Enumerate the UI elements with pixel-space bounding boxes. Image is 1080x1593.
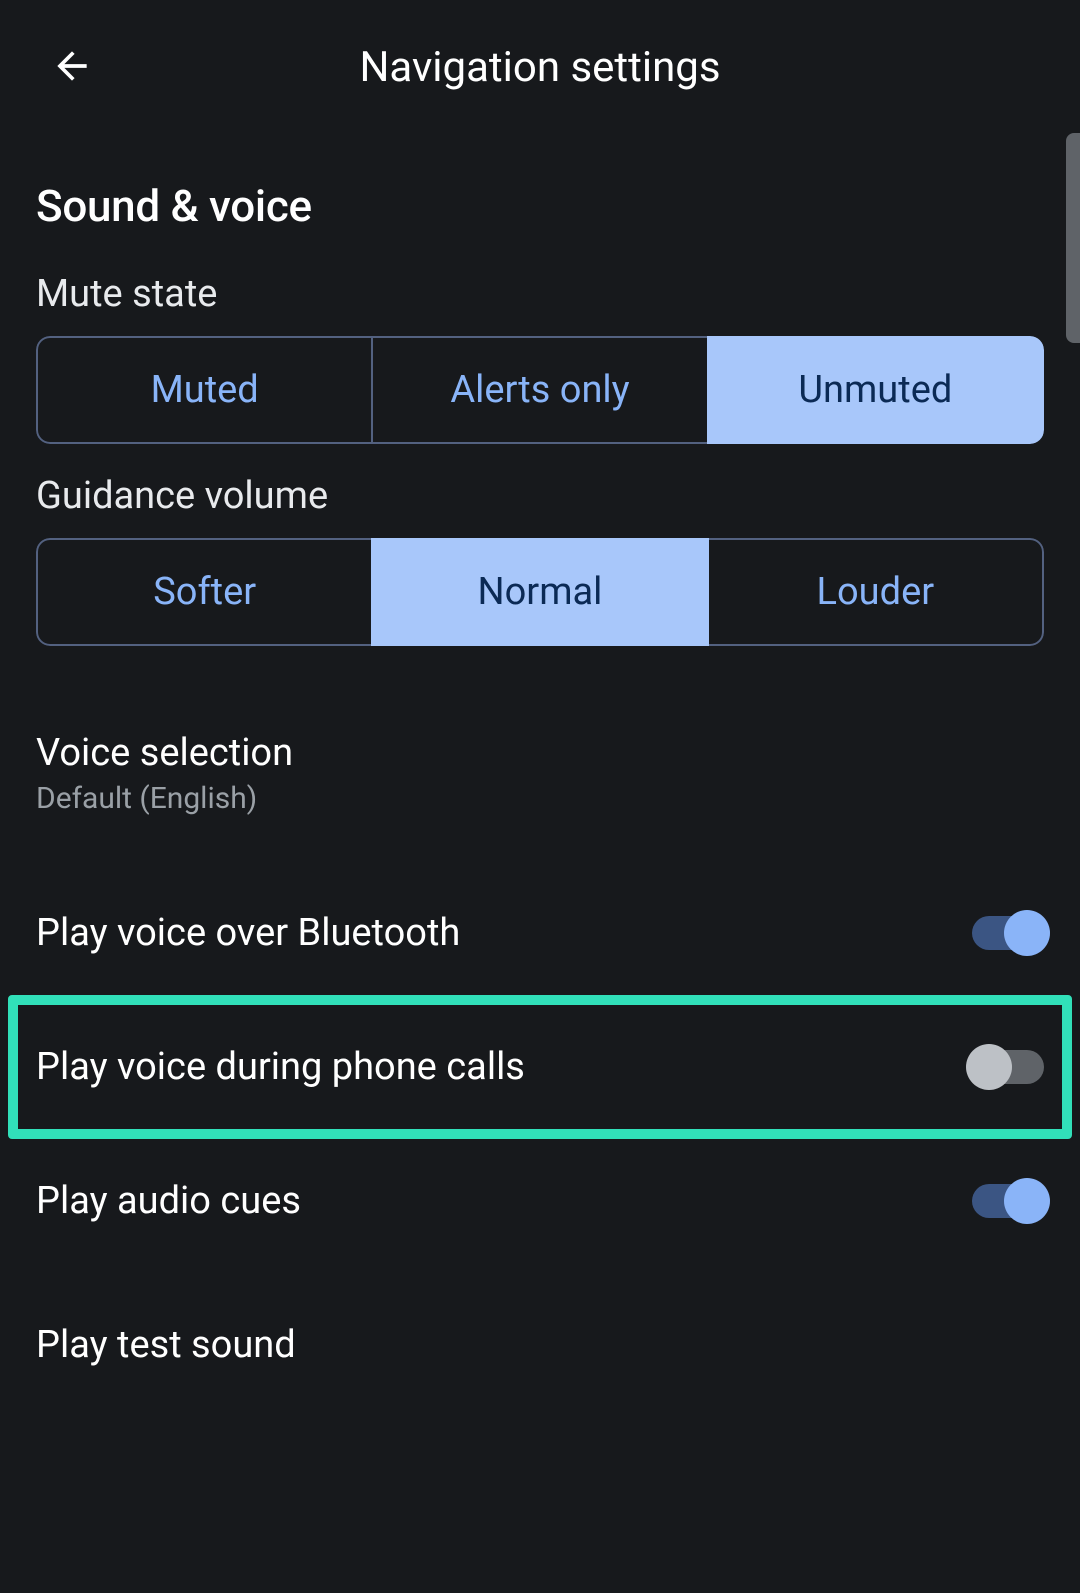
guidance-volume-segmented: Softer Normal Louder [36, 538, 1044, 646]
voice-selection-row[interactable]: Voice selection Default (English) [36, 701, 1044, 836]
app-bar: Navigation settings [0, 0, 1080, 135]
segment-normal[interactable]: Normal [371, 538, 708, 646]
segment-alerts-only[interactable]: Alerts only [371, 336, 708, 444]
phone-calls-label: Play voice during phone calls [36, 1045, 525, 1089]
back-button[interactable] [50, 44, 94, 92]
segment-louder[interactable]: Louder [707, 538, 1044, 646]
guidance-volume-label: Guidance volume [36, 474, 1044, 518]
play-test-sound-label: Play test sound [36, 1323, 296, 1367]
voice-selection-value: Default (English) [36, 781, 1044, 816]
mute-state-label: Mute state [36, 272, 1044, 316]
bluetooth-toggle[interactable] [972, 916, 1044, 950]
play-test-sound-row[interactable]: Play test sound [36, 1283, 1044, 1407]
audio-cues-row[interactable]: Play audio cues [36, 1139, 1044, 1263]
segment-unmuted[interactable]: Unmuted [707, 336, 1044, 444]
audio-cues-label: Play audio cues [36, 1179, 301, 1223]
bluetooth-row[interactable]: Play voice over Bluetooth [36, 871, 1044, 995]
section-header-sound-voice: Sound & voice [36, 180, 1044, 232]
arrow-back-icon [50, 44, 94, 88]
phone-calls-toggle[interactable] [972, 1050, 1044, 1084]
phone-calls-row[interactable]: Play voice during phone calls [36, 1005, 1044, 1129]
mute-state-segmented: Muted Alerts only Unmuted [36, 336, 1044, 444]
highlighted-row-container: Play voice during phone calls [8, 995, 1072, 1139]
audio-cues-toggle[interactable] [972, 1184, 1044, 1218]
content-area: Sound & voice Mute state Muted Alerts on… [0, 180, 1080, 1407]
toggle-thumb [1004, 910, 1050, 956]
scrollbar-thumb[interactable] [1066, 133, 1080, 343]
bluetooth-label: Play voice over Bluetooth [36, 911, 460, 955]
voice-selection-title: Voice selection [36, 731, 1044, 775]
segment-softer[interactable]: Softer [36, 538, 373, 646]
toggle-thumb [1004, 1178, 1050, 1224]
toggle-thumb [966, 1044, 1012, 1090]
page-title: Navigation settings [40, 43, 1040, 92]
segment-muted[interactable]: Muted [36, 336, 373, 444]
